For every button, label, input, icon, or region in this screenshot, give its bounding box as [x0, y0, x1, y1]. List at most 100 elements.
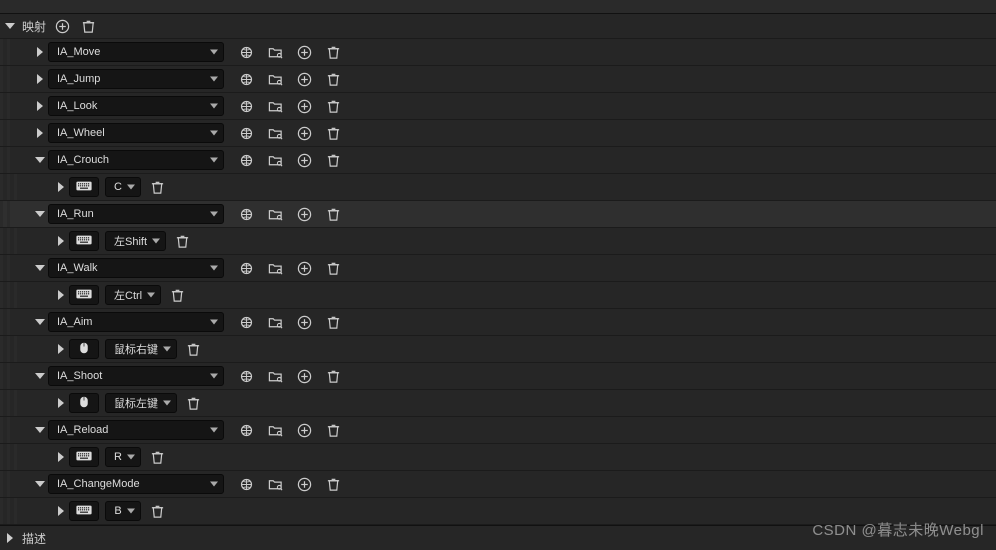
action-select[interactable]: IA_Reload	[48, 420, 224, 440]
delete-action-button[interactable]	[323, 474, 343, 494]
delete-action-button[interactable]	[323, 312, 343, 332]
browse-asset-button[interactable]	[236, 69, 256, 89]
browse-asset-button[interactable]	[236, 258, 256, 278]
add-binding-button[interactable]	[294, 258, 314, 278]
open-folder-button[interactable]	[265, 150, 285, 170]
delete-binding-button[interactable]	[147, 501, 167, 521]
action-row[interactable]: IA_Look	[0, 93, 996, 120]
expand-toggle[interactable]	[32, 47, 48, 57]
expand-toggle[interactable]	[32, 101, 48, 111]
binding-row[interactable]: 左Shift	[0, 228, 996, 255]
mappings-section[interactable]: 映射	[0, 14, 996, 39]
delete-action-button[interactable]	[323, 366, 343, 386]
browse-asset-button[interactable]	[236, 96, 256, 116]
browse-asset-button[interactable]	[236, 312, 256, 332]
action-select[interactable]: IA_Walk	[48, 258, 224, 278]
delete-action-button[interactable]	[323, 96, 343, 116]
expand-toggle[interactable]	[32, 373, 48, 379]
action-select[interactable]: IA_Crouch	[48, 150, 224, 170]
add-binding-button[interactable]	[294, 312, 314, 332]
action-row[interactable]: IA_Walk	[0, 255, 996, 282]
binding-row[interactable]: 左Ctrl	[0, 282, 996, 309]
action-row[interactable]: IA_Aim	[0, 309, 996, 336]
device-select[interactable]	[69, 177, 99, 197]
browse-asset-button[interactable]	[236, 150, 256, 170]
add-binding-button[interactable]	[294, 150, 314, 170]
key-select[interactable]: 左Shift	[105, 231, 166, 251]
expand-toggle[interactable]	[53, 236, 69, 246]
action-select[interactable]: IA_Run	[48, 204, 224, 224]
open-folder-button[interactable]	[265, 420, 285, 440]
add-binding-button[interactable]	[294, 420, 314, 440]
add-binding-button[interactable]	[294, 204, 314, 224]
browse-asset-button[interactable]	[236, 474, 256, 494]
action-row[interactable]: IA_ChangeMode	[0, 471, 996, 498]
expand-toggle[interactable]	[32, 427, 48, 433]
binding-row[interactable]: R	[0, 444, 996, 471]
open-folder-button[interactable]	[265, 474, 285, 494]
open-folder-button[interactable]	[265, 42, 285, 62]
mappings-toggle[interactable]	[4, 23, 16, 29]
device-select[interactable]	[69, 447, 99, 467]
expand-toggle[interactable]	[32, 265, 48, 271]
open-folder-button[interactable]	[265, 123, 285, 143]
add-binding-button[interactable]	[294, 366, 314, 386]
expand-toggle[interactable]	[53, 506, 69, 516]
action-row[interactable]: IA_Wheel	[0, 120, 996, 147]
delete-action-button[interactable]	[323, 150, 343, 170]
delete-action-button[interactable]	[323, 42, 343, 62]
expand-toggle[interactable]	[32, 481, 48, 487]
action-row[interactable]: IA_Jump	[0, 66, 996, 93]
binding-row[interactable]: B	[0, 498, 996, 525]
expand-toggle[interactable]	[32, 128, 48, 138]
delete-action-button[interactable]	[323, 258, 343, 278]
add-mapping-button[interactable]	[52, 16, 72, 36]
expand-toggle[interactable]	[32, 74, 48, 84]
key-select[interactable]: C	[105, 177, 141, 197]
open-folder-button[interactable]	[265, 366, 285, 386]
description-toggle[interactable]	[4, 533, 16, 543]
delete-binding-button[interactable]	[172, 231, 192, 251]
key-select[interactable]: 左Ctrl	[105, 285, 161, 305]
delete-action-button[interactable]	[323, 420, 343, 440]
action-row[interactable]: IA_Shoot	[0, 363, 996, 390]
add-binding-button[interactable]	[294, 123, 314, 143]
action-select[interactable]: IA_Look	[48, 96, 224, 116]
binding-row[interactable]: 鼠标左键	[0, 390, 996, 417]
device-select[interactable]	[69, 393, 99, 413]
browse-asset-button[interactable]	[236, 123, 256, 143]
delete-binding-button[interactable]	[147, 447, 167, 467]
delete-binding-button[interactable]	[167, 285, 187, 305]
expand-toggle[interactable]	[53, 344, 69, 354]
delete-binding-button[interactable]	[183, 393, 203, 413]
action-select[interactable]: IA_Jump	[48, 69, 224, 89]
open-folder-button[interactable]	[265, 312, 285, 332]
key-select[interactable]: B	[105, 501, 141, 521]
action-row[interactable]: IA_Run	[0, 201, 996, 228]
browse-asset-button[interactable]	[236, 42, 256, 62]
delete-action-button[interactable]	[323, 123, 343, 143]
add-binding-button[interactable]	[294, 474, 314, 494]
delete-binding-button[interactable]	[147, 177, 167, 197]
expand-toggle[interactable]	[53, 182, 69, 192]
action-row[interactable]: IA_Reload	[0, 417, 996, 444]
add-binding-button[interactable]	[294, 69, 314, 89]
open-folder-button[interactable]	[265, 204, 285, 224]
expand-toggle[interactable]	[53, 398, 69, 408]
action-select[interactable]: IA_ChangeMode	[48, 474, 224, 494]
expand-toggle[interactable]	[53, 452, 69, 462]
delete-action-button[interactable]	[323, 204, 343, 224]
delete-all-mappings-button[interactable]	[78, 16, 98, 36]
device-select[interactable]	[69, 231, 99, 251]
action-select[interactable]: IA_Move	[48, 42, 224, 62]
device-select[interactable]	[69, 285, 99, 305]
delete-action-button[interactable]	[323, 69, 343, 89]
binding-row[interactable]: 鼠标右键	[0, 336, 996, 363]
browse-asset-button[interactable]	[236, 420, 256, 440]
expand-toggle[interactable]	[32, 211, 48, 217]
expand-toggle[interactable]	[53, 290, 69, 300]
action-select[interactable]: IA_Shoot	[48, 366, 224, 386]
action-row[interactable]: IA_Crouch	[0, 147, 996, 174]
binding-row[interactable]: C	[0, 174, 996, 201]
key-select[interactable]: 鼠标左键	[105, 393, 177, 413]
